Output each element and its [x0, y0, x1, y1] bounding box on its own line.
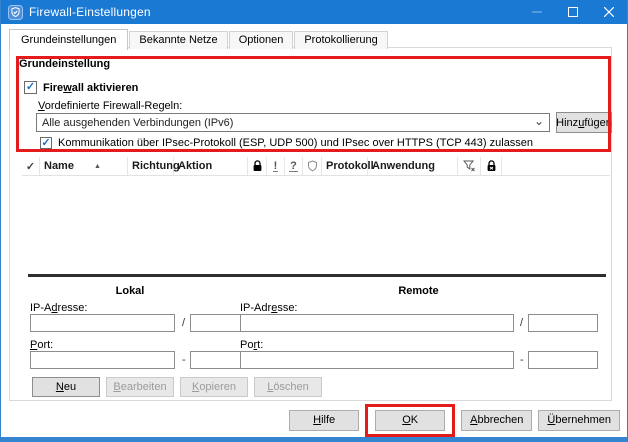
- remote-section-title: Remote: [240, 285, 597, 297]
- maximize-icon[interactable]: [555, 0, 591, 24]
- tab-protokollierung[interactable]: Protokollierung: [294, 31, 387, 49]
- delete-button: Löschen: [254, 377, 322, 397]
- local-port-from-input[interactable]: [30, 351, 175, 369]
- ip-separator: /: [182, 317, 185, 329]
- question-icon[interactable]: ?: [285, 157, 303, 175]
- dialog-footer: Hilfe OK Abbrechen Übernehmen: [1, 403, 620, 437]
- remote-ip-input[interactable]: [240, 314, 514, 332]
- rules-table-body[interactable]: [22, 176, 610, 272]
- copy-button: Kopieren: [180, 377, 248, 397]
- column-richtung[interactable]: Richtung: [128, 157, 174, 175]
- port-separator: -: [520, 354, 524, 366]
- column-aktion[interactable]: Aktion: [174, 157, 248, 175]
- tab-bar: Grundeinstellungen Bekannte Netze Option…: [9, 29, 389, 49]
- apply-button[interactable]: Übernehmen: [538, 410, 620, 431]
- titlebar: Firewall-Einstellungen: [1, 0, 627, 24]
- tab-page-grundeinstellungen: Grundeinstellung ✓ Firewall aktivieren V…: [9, 47, 612, 401]
- local-ip-label: IP-Adresse:: [30, 302, 88, 314]
- column-protokoll[interactable]: Protokoll: [322, 157, 368, 175]
- predefined-rules-value: Alle ausgehenden Verbindungen (IPv6): [42, 117, 233, 129]
- predefined-rules-select[interactable]: Alle ausgehenden Verbindungen (IPv6) ⌄: [36, 113, 550, 132]
- predefined-rules-label: Vordefinierte Firewall-Regeln:: [38, 100, 182, 112]
- remote-port-from-input[interactable]: [240, 351, 514, 369]
- lock-icon[interactable]: [248, 157, 267, 175]
- rule-action-buttons: Neu Bearbeiten Kopieren Löschen: [32, 377, 322, 397]
- window-title: Firewall-Einstellungen: [29, 5, 151, 19]
- exclamation-icon[interactable]: !: [267, 157, 285, 175]
- ipsec-label: Kommunikation über IPsec-Protokoll (ESP,…: [58, 137, 533, 149]
- remote-port-to-input[interactable]: [528, 351, 598, 369]
- ok-button[interactable]: OK: [375, 410, 445, 431]
- table-bottom-divider: [28, 274, 606, 277]
- new-button[interactable]: Neu: [32, 377, 100, 397]
- group-title: Grundeinstellung: [19, 58, 110, 70]
- tab-bekannte-netze[interactable]: Bekannte Netze: [129, 31, 227, 49]
- local-section-title: Lokal: [30, 285, 230, 297]
- local-port-label: Port:: [30, 339, 53, 351]
- edit-button: Bearbeiten: [106, 377, 174, 397]
- remote-port-label: Port:: [240, 339, 263, 351]
- checkbox-checked-icon: ✓: [24, 81, 37, 94]
- column-spacer: [502, 157, 610, 175]
- close-icon[interactable]: [591, 0, 627, 24]
- firewall-enable-checkbox[interactable]: ✓ Firewall aktivieren: [24, 81, 138, 94]
- shield-outline-icon[interactable]: [303, 157, 322, 175]
- tab-optionen[interactable]: Optionen: [229, 31, 294, 49]
- help-button[interactable]: Hilfe: [289, 410, 359, 431]
- enabled-column-check-icon[interactable]: ✓: [22, 157, 40, 175]
- window-controls: [519, 0, 627, 24]
- lock-x-icon[interactable]: [481, 157, 502, 175]
- firewall-settings-dialog: Firewall-Einstellungen Grundeinstellunge…: [0, 0, 628, 442]
- checkbox-checked-icon: ✓: [40, 137, 52, 149]
- port-separator: -: [182, 354, 186, 366]
- sort-ascending-icon: ▲: [94, 163, 101, 170]
- tab-grundeinstellungen[interactable]: Grundeinstellungen: [9, 29, 128, 50]
- chevron-down-icon: ⌄: [534, 114, 544, 128]
- remote-ip-mask-input[interactable]: [528, 314, 598, 332]
- minimize-icon: [519, 0, 555, 24]
- ip-separator: /: [520, 317, 523, 329]
- ipsec-checkbox[interactable]: ✓ Kommunikation über IPsec-Protokoll (ES…: [40, 137, 533, 149]
- column-name[interactable]: Name ▲: [40, 157, 128, 175]
- cancel-button[interactable]: Abbrechen: [461, 410, 532, 431]
- column-anwendung[interactable]: Anwendung: [368, 157, 458, 175]
- firewall-enable-label: Firewall aktivieren: [43, 82, 138, 94]
- rules-table-header: ✓ Name ▲ Richtung Aktion ! ? Protokoll A…: [22, 157, 610, 176]
- remote-ip-label: IP-Adresse:: [240, 302, 298, 314]
- shield-check-icon: [8, 5, 23, 20]
- filter-x-icon[interactable]: [458, 157, 481, 175]
- annotation-rect-ok: OK: [365, 404, 455, 437]
- add-button[interactable]: Hinzufügen: [556, 112, 612, 133]
- local-ip-input[interactable]: [30, 314, 175, 332]
